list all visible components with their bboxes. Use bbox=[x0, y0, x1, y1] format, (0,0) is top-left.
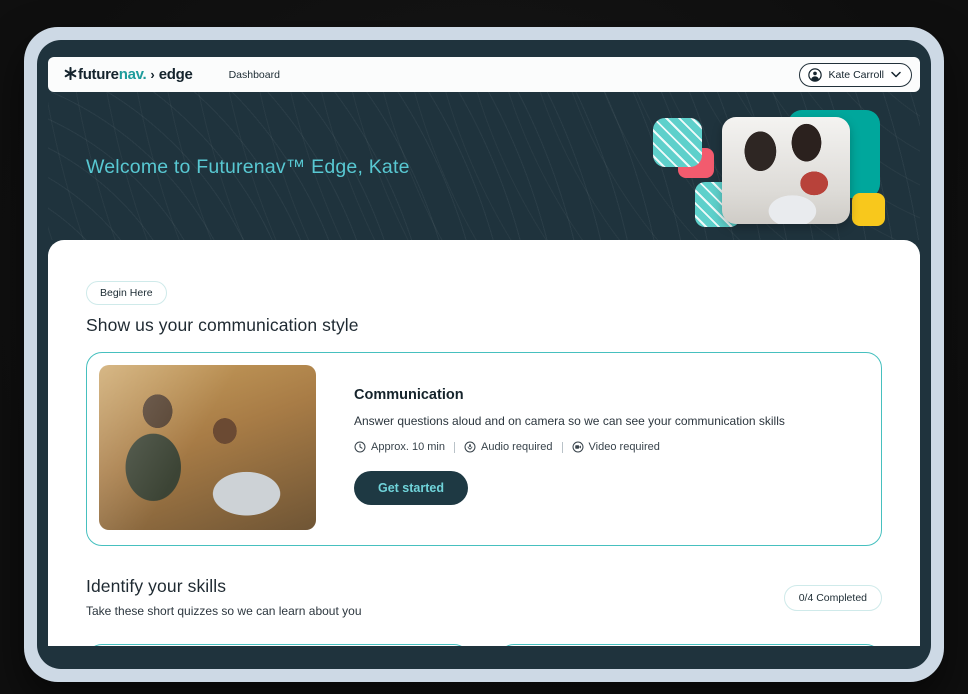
communication-card-description: Answer questions aloud and on camera so … bbox=[354, 414, 785, 428]
meta-divider bbox=[562, 442, 563, 453]
nav-link-dashboard[interactable]: Dashboard bbox=[229, 69, 280, 81]
communication-card-body: Communication Answer questions aloud and… bbox=[316, 365, 785, 533]
user-menu-button[interactable]: Kate Carroll bbox=[799, 63, 912, 87]
communication-card-photo bbox=[99, 365, 316, 530]
logo-separator: › bbox=[150, 67, 154, 82]
progress-badge: 0/4 Completed bbox=[784, 585, 882, 611]
logo-part-future: future bbox=[78, 66, 119, 83]
meta-video-label: Video required bbox=[589, 441, 660, 453]
skills-heading-group: Identify your skills Take these short qu… bbox=[86, 576, 362, 618]
asterisk-logo-icon bbox=[64, 67, 77, 80]
hero-welcome-title: Welcome to Futurenav™ Edge, Kate bbox=[86, 156, 410, 179]
device-bezel: futurenav. › edge Dashboard Kate Carroll bbox=[24, 27, 944, 682]
futurenav-edge-logo[interactable]: futurenav. › edge bbox=[64, 66, 193, 83]
meta-audio: Audio required bbox=[464, 441, 553, 453]
quiz-card-1[interactable] bbox=[86, 644, 470, 646]
skills-section-heading: Identify your skills bbox=[86, 576, 362, 597]
communication-section-heading: Show us your communication style bbox=[86, 315, 882, 336]
striped-teal-square-top bbox=[653, 118, 702, 167]
logo-part-nav: nav. bbox=[119, 66, 147, 83]
app-window: futurenav. › edge Dashboard Kate Carroll bbox=[48, 57, 920, 646]
skills-section-subheading: Take these short quizzes so we can learn… bbox=[86, 604, 362, 618]
communication-card-title: Communication bbox=[354, 387, 785, 403]
yellow-square bbox=[852, 193, 885, 226]
meta-audio-label: Audio required bbox=[481, 441, 553, 453]
hero-banner: Welcome to Futurenav™ Edge, Kate bbox=[48, 92, 920, 240]
meta-duration: Approx. 10 min bbox=[354, 441, 445, 453]
user-avatar-icon bbox=[808, 68, 822, 82]
communication-card: Communication Answer questions aloud and… bbox=[86, 352, 882, 546]
screenshot-canvas: futurenav. › edge Dashboard Kate Carroll bbox=[0, 0, 968, 694]
hero-photo-two-people bbox=[722, 117, 850, 224]
video-icon bbox=[572, 441, 584, 453]
begin-here-badge: Begin Here bbox=[86, 281, 167, 305]
meta-video: Video required bbox=[572, 441, 660, 453]
meta-duration-label: Approx. 10 min bbox=[371, 441, 445, 453]
quiz-card-2[interactable] bbox=[498, 644, 882, 646]
clock-icon bbox=[354, 441, 366, 453]
teal-square-large bbox=[788, 110, 880, 198]
user-name: Kate Carroll bbox=[829, 69, 884, 81]
pink-square bbox=[678, 148, 714, 178]
logo-wordmark: futurenav. bbox=[78, 66, 146, 83]
logo-part-edge: edge bbox=[159, 66, 193, 83]
top-navbar: futurenav. › edge Dashboard Kate Carroll bbox=[48, 57, 920, 92]
quiz-card-grid bbox=[86, 644, 882, 646]
app-shell: futurenav. › edge Dashboard Kate Carroll bbox=[37, 40, 931, 669]
meta-divider bbox=[454, 442, 455, 453]
microphone-icon bbox=[464, 441, 476, 453]
skills-section-header: Identify your skills Take these short qu… bbox=[86, 576, 882, 618]
get-started-button[interactable]: Get started bbox=[354, 471, 468, 505]
striped-teal-square-bottom bbox=[695, 182, 740, 227]
content-panel: Begin Here Show us your communication st… bbox=[48, 240, 920, 646]
chevron-down-icon bbox=[891, 71, 901, 78]
communication-card-meta: Approx. 10 min bbox=[354, 441, 785, 453]
